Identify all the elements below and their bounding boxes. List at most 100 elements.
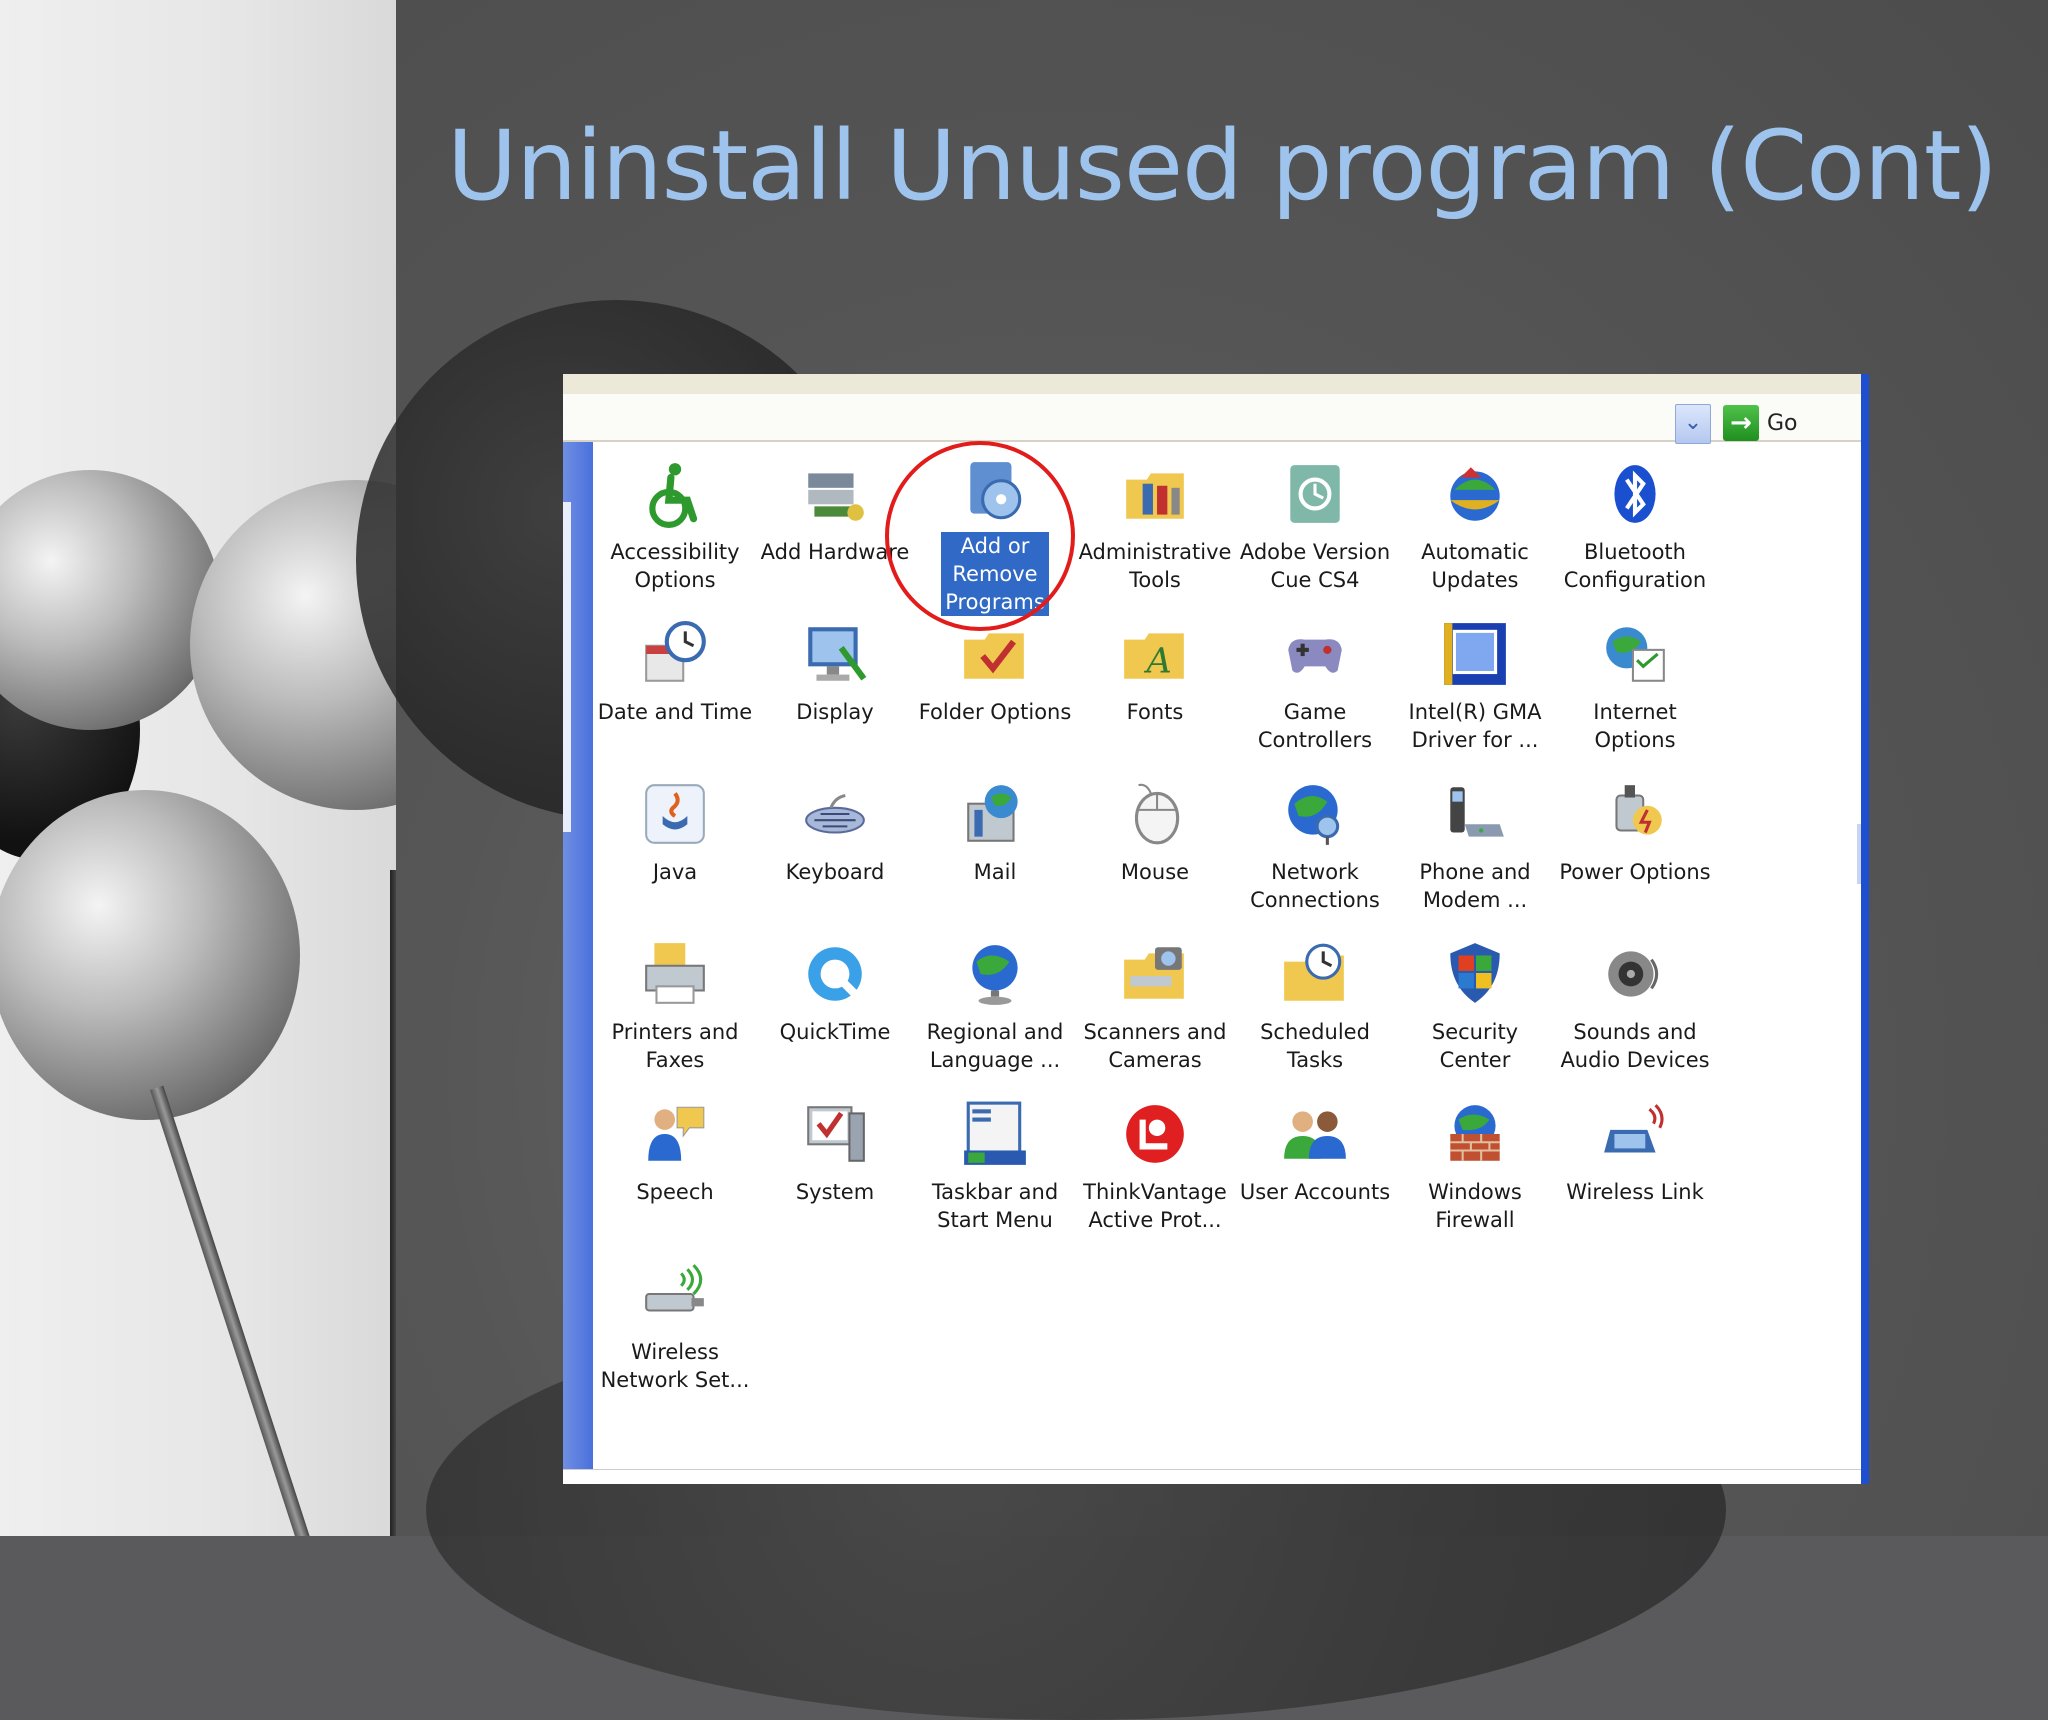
adobe-version-cue-icon — [1277, 456, 1353, 532]
slide-title: Uninstall Unused program (Cont) — [447, 110, 1998, 222]
bottom-strip — [563, 1469, 1861, 1484]
control-panel-item-label: Wireless Network Set... — [600, 1340, 750, 1392]
internet-options-icon — [1597, 616, 1673, 692]
speech-icon — [637, 1096, 713, 1172]
thinkvantage-icon — [1117, 1096, 1193, 1172]
control-panel-item-label: Accessibility Options — [610, 540, 740, 592]
task-pane — [563, 442, 593, 1484]
go-label: Go — [1767, 410, 1798, 436]
control-panel-item-intel-gma[interactable]: Intel(R) GMA Driver for ... — [1395, 602, 1555, 762]
control-panel-item-label: Phone and Modem ... — [1419, 860, 1531, 912]
svg-text:A: A — [1143, 642, 1171, 682]
control-panel-item-label: Adobe Version Cue CS4 — [1239, 540, 1391, 592]
control-panel-item-display[interactable]: Display — [755, 602, 915, 762]
add-hardware-icon — [797, 456, 873, 532]
scheduled-tasks-icon — [1277, 936, 1353, 1012]
control-panel-item-game-controllers[interactable]: Game Controllers — [1235, 602, 1395, 762]
control-panel-item-sounds-audio[interactable]: Sounds and Audio Devices — [1555, 922, 1715, 1082]
control-panel-item-label: Folder Options — [918, 700, 1072, 724]
control-panel-item-label: Java — [652, 860, 698, 884]
control-panel-item-adobe-version-cue[interactable]: Adobe Version Cue CS4 — [1235, 442, 1395, 602]
go-arrow-icon: → — [1723, 405, 1759, 441]
control-panel-item-label: Date and Time — [597, 700, 753, 724]
control-panel-item-automatic-updates[interactable]: Automatic Updates — [1395, 442, 1555, 602]
control-panel-item-accessibility[interactable]: Accessibility Options — [595, 442, 755, 602]
scrollbar[interactable] — [1857, 824, 1861, 884]
control-panel-item-system[interactable]: System — [755, 1082, 915, 1242]
chevron-down-icon: ⌄ — [1683, 410, 1703, 435]
control-panel-item-label: Network Connections — [1250, 860, 1380, 912]
fonts-icon: A — [1117, 616, 1193, 692]
control-panel-item-label: Speech — [636, 1180, 714, 1204]
control-panel-item-label: System — [795, 1180, 875, 1204]
control-panel-item-speech[interactable]: Speech — [595, 1082, 755, 1242]
control-panel-item-label: Security Center — [1431, 1020, 1519, 1072]
control-panel-item-label: Internet Options — [1593, 700, 1677, 752]
control-panel-item-label: Scheduled Tasks — [1260, 1020, 1370, 1072]
address-dropdown-button[interactable]: ⌄ — [1675, 404, 1711, 444]
wireless-network-setup-icon — [637, 1256, 713, 1332]
control-panel-icon-grid: Accessibility Options Add Hardware Add or … — [595, 442, 1845, 1402]
control-panel-item-mouse[interactable]: Mouse — [1075, 762, 1235, 922]
intel-gma-icon — [1437, 616, 1513, 692]
security-center-icon — [1437, 936, 1513, 1012]
control-panel-item-label: Printers and Faxes — [611, 1020, 739, 1072]
quicktime-icon — [797, 936, 873, 1012]
bluetooth-icon — [1597, 456, 1673, 532]
control-panel-item-mail[interactable]: Mail — [915, 762, 1075, 922]
control-panel-item-label: Bluetooth Configuration — [1563, 540, 1707, 592]
control-panel-item-label: Sounds and Audio Devices — [1560, 1020, 1710, 1072]
control-panel-item-phone-modem[interactable]: Phone and Modem ... — [1395, 762, 1555, 922]
control-panel-item-network-connections[interactable]: Network Connections — [1235, 762, 1395, 922]
control-panel-window: ⌄ → Go Accessibility Options Add Hardware… — [563, 374, 1869, 1484]
control-panel-item-label: Scanners and Cameras — [1083, 1020, 1227, 1072]
control-panel-item-taskbar-start-menu[interactable]: Taskbar and Start Menu — [915, 1082, 1075, 1242]
java-icon — [637, 776, 713, 852]
control-panel-item-keyboard[interactable]: Keyboard — [755, 762, 915, 922]
control-panel-item-label: Keyboard — [785, 860, 885, 884]
control-panel-item-scanners-cameras[interactable]: Scanners and Cameras — [1075, 922, 1235, 1082]
mail-icon — [957, 776, 1033, 852]
control-panel-item-label: Fonts — [1126, 700, 1184, 724]
control-panel-item-label: QuickTime — [779, 1020, 891, 1044]
control-panel-item-label: Mail — [973, 860, 1017, 884]
control-panel-item-fonts[interactable]: A Fonts — [1075, 602, 1235, 762]
network-connections-icon — [1277, 776, 1353, 852]
power-options-icon — [1597, 776, 1673, 852]
control-panel-item-thinkvantage[interactable]: ThinkVantage Active Prot... — [1075, 1082, 1235, 1242]
control-panel-item-bluetooth[interactable]: Bluetooth Configuration — [1555, 442, 1715, 602]
control-panel-item-wireless-network-setup[interactable]: Wireless Network Set... — [595, 1242, 755, 1402]
date-time-icon — [637, 616, 713, 692]
control-panel-item-label: ThinkVantage Active Prot... — [1083, 1180, 1227, 1232]
phone-modem-icon — [1437, 776, 1513, 852]
control-panel-item-windows-firewall[interactable]: Windows Firewall — [1395, 1082, 1555, 1242]
control-panel-item-label: Taskbar and Start Menu — [931, 1180, 1059, 1232]
control-panel-item-regional-language[interactable]: Regional and Language ... — [915, 922, 1075, 1082]
accessibility-icon — [637, 456, 713, 532]
control-panel-item-administrative-tools[interactable]: Administrative Tools — [1075, 442, 1235, 602]
control-panel-item-security-center[interactable]: Security Center — [1395, 922, 1555, 1082]
wireless-link-icon — [1597, 1096, 1673, 1172]
go-button[interactable]: → Go — [1723, 404, 1803, 442]
windows-firewall-icon — [1437, 1096, 1513, 1172]
game-controllers-icon — [1277, 616, 1353, 692]
control-panel-item-label: Automatic Updates — [1421, 540, 1529, 592]
control-panel-item-java[interactable]: Java — [595, 762, 755, 922]
control-panel-item-power-options[interactable]: Power Options — [1555, 762, 1715, 922]
automatic-updates-icon — [1437, 456, 1513, 532]
toolbar-strip — [563, 374, 1861, 395]
highlight-circle — [885, 441, 1075, 631]
printers-faxes-icon — [637, 936, 713, 1012]
control-panel-item-scheduled-tasks[interactable]: Scheduled Tasks — [1235, 922, 1395, 1082]
control-panel-item-quicktime[interactable]: QuickTime — [755, 922, 915, 1082]
control-panel-item-label: Regional and Language ... — [926, 1020, 1064, 1072]
control-panel-item-printers-faxes[interactable]: Printers and Faxes — [595, 922, 755, 1082]
control-panel-item-wireless-link[interactable]: Wireless Link — [1555, 1082, 1715, 1242]
mouse-icon — [1117, 776, 1193, 852]
background-photo — [0, 0, 396, 1536]
control-panel-item-date-time[interactable]: Date and Time — [595, 602, 755, 762]
control-panel-item-internet-options[interactable]: Internet Options — [1555, 602, 1715, 762]
control-panel-item-label: User Accounts — [1239, 1180, 1391, 1204]
control-panel-item-label: Power Options — [1559, 860, 1711, 884]
control-panel-item-user-accounts[interactable]: User Accounts — [1235, 1082, 1395, 1242]
